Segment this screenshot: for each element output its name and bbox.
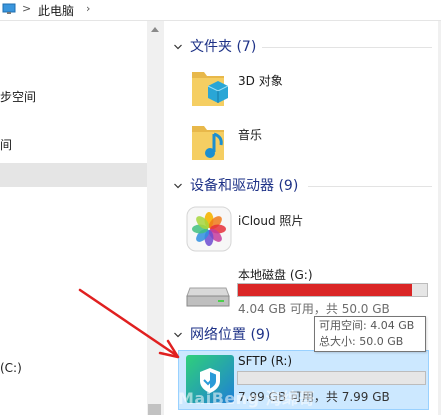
watermark: MaiBeng 海绵哥 (178, 389, 316, 408)
annotation-arrow-icon (78, 288, 180, 359)
